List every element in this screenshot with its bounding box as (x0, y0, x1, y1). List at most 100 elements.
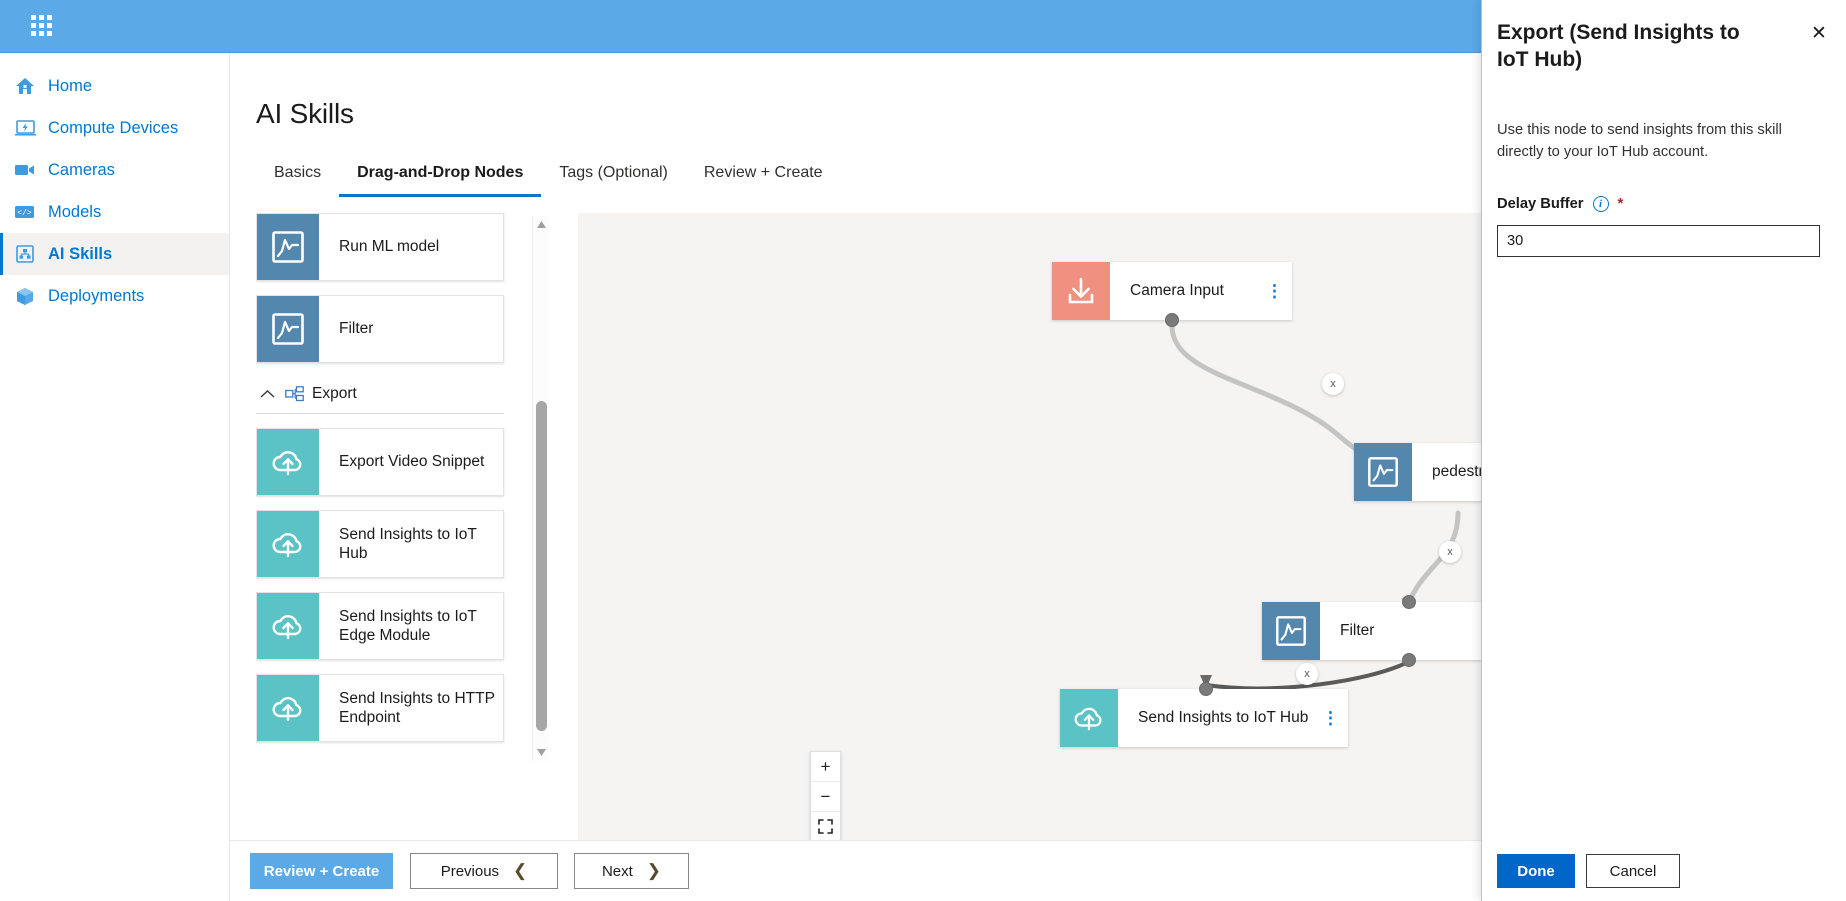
sidebar-item-ai-skills[interactable]: AI Skills (0, 233, 229, 275)
canvas-node-label: Send Insights to IoT Hub (1138, 709, 1309, 726)
required-marker: * (1617, 195, 1624, 212)
sidebar-item-home[interactable]: Home (0, 65, 229, 107)
palette-card-send-insights-to-iot-edge-module[interactable]: Send Insights to IoT Edge Module (256, 592, 504, 660)
palette-card-send-insights-to-iot-hub[interactable]: Send Insights to IoT Hub (256, 510, 504, 578)
sidebar-item-compute-devices[interactable]: Compute Devices (0, 107, 229, 149)
tab-tags-optional[interactable]: Tags (Optional) (541, 158, 686, 197)
panel-title: Export (Send Insights to IoT Hub) (1497, 21, 1740, 71)
palette-scrollbar[interactable] (532, 216, 549, 761)
review-create-button[interactable]: Review + Create (250, 853, 393, 889)
done-button[interactable]: Done (1497, 854, 1575, 888)
tab-drag-and-drop-nodes[interactable]: Drag-and-Drop Nodes (339, 158, 542, 197)
palette-card-label: Export Video Snippet (339, 453, 485, 471)
cube-icon (14, 286, 36, 306)
sidebar-item-models[interactable]: </> Models (0, 191, 229, 233)
export-node-panel: Export (Send Insights to IoT Hub) ✕ Use … (1481, 0, 1846, 901)
delay-buffer-label: Delay Buffer (1497, 195, 1584, 212)
palette-group-label: Export (312, 385, 357, 402)
sidebar-item-label: AI Skills (48, 244, 113, 263)
palette-card-label: Send Insights to HTTP Endpoint (339, 689, 495, 726)
next-button[interactable]: Next ❯ (574, 853, 689, 889)
sidebar-item-label: Cameras (48, 160, 115, 179)
node-input-port[interactable] (1199, 682, 1213, 696)
sidebar-nav: Home Compute Devices Cameras </> Models … (0, 53, 230, 901)
main-content: AI Skills Basics Drag-and-Drop Nodes Tag… (230, 53, 1481, 901)
scroll-up-icon[interactable] (533, 216, 550, 233)
sidebar-item-deployments[interactable]: Deployments (0, 275, 229, 317)
palette-divider (256, 413, 504, 414)
svg-text:</>: </> (17, 209, 32, 218)
skill-graph-canvas[interactable]: Camera Input ⋮ pedestrian Filter Send (578, 213, 1481, 888)
next-button-label: Next (601, 862, 633, 880)
skills-icon (14, 244, 36, 264)
palette-scroll-thumb[interactable] (536, 401, 547, 731)
edge-delete-icon[interactable]: x (1322, 373, 1344, 395)
sidebar-item-label: Home (48, 76, 93, 95)
node-palette[interactable]: Run ML model Filter Export Export Video … (256, 213, 523, 763)
wizard-footer: Review + Create Previous ❮ Next ❯ (230, 840, 1481, 901)
palette-card-export-video-snippet[interactable]: Export Video Snippet (256, 428, 504, 496)
delay-buffer-input[interactable] (1497, 225, 1820, 257)
palette-group-export[interactable]: Export (260, 377, 523, 411)
canvas-node-label: Camera Input (1130, 282, 1224, 299)
palette-card-filter[interactable]: Filter (256, 295, 504, 363)
zoom-in-icon[interactable]: + (811, 752, 840, 782)
chevron-left-icon: ❮ (513, 861, 528, 880)
palette-card-send-insights-to-http-endpoint[interactable]: Send Insights to HTTP Endpoint (256, 674, 504, 742)
ml-chart-icon (1262, 602, 1320, 660)
cancel-button[interactable]: Cancel (1586, 854, 1680, 888)
palette-card-run-ml-model[interactable]: Run ML model (256, 213, 504, 281)
node-context-menu-icon[interactable]: ⋮ (1322, 710, 1339, 727)
ml-chart-icon (1354, 443, 1412, 501)
home-icon (14, 76, 36, 96)
chevron-up-icon (260, 387, 282, 402)
canvas-node-filter[interactable]: Filter (1262, 595, 1481, 667)
canvas-node-pedestrian[interactable]: pedestrian (1354, 443, 1481, 501)
sidebar-item-cameras[interactable]: Cameras (0, 149, 229, 191)
close-icon[interactable]: ✕ (1806, 20, 1832, 46)
ml-chart-icon (257, 296, 319, 362)
app-grid-icon[interactable] (31, 15, 54, 38)
sidebar-item-label: Compute Devices (48, 118, 179, 137)
node-output-port[interactable] (1402, 653, 1416, 667)
export-group-icon (282, 386, 306, 402)
node-context-menu-icon[interactable]: ⋮ (1266, 283, 1283, 300)
cloud-upload-icon (1060, 689, 1118, 747)
node-input-port[interactable] (1402, 595, 1416, 609)
code-icon: </> (14, 202, 36, 222)
sidebar-item-label: Deployments (48, 286, 145, 305)
canvas-node-label: Filter (1340, 622, 1375, 639)
laptop-icon (14, 118, 36, 138)
graph-edges (1169, 323, 1461, 691)
tab-bar: Basics Drag-and-Drop Nodes Tags (Optiona… (256, 158, 841, 197)
page-title: AI Skills (256, 98, 354, 129)
info-icon[interactable]: i (1592, 195, 1609, 212)
previous-button-label: Previous (440, 862, 500, 880)
tab-basics[interactable]: Basics (256, 158, 339, 197)
previous-button[interactable]: Previous ❮ (410, 853, 558, 889)
cloud-upload-icon (257, 593, 319, 659)
cloud-upload-icon (257, 511, 319, 577)
delay-buffer-label-row: Delay Buffer i * (1497, 195, 1623, 212)
canvas-node-send-insights-to-iot-hub[interactable]: Send Insights to IoT Hub ⋮ (1060, 682, 1348, 747)
edge-delete-icon[interactable]: x (1439, 541, 1461, 563)
tab-review-create[interactable]: Review + Create (686, 158, 841, 197)
canvas-node-camera-input[interactable]: Camera Input ⋮ (1052, 262, 1292, 327)
chevron-right-icon: ❯ (646, 861, 662, 880)
ml-chart-icon (257, 214, 319, 280)
palette-card-label: Filter (339, 320, 374, 338)
scroll-down-icon[interactable] (533, 744, 550, 761)
palette-card-label: Send Insights to IoT Edge Module (339, 607, 477, 644)
palette-card-label: Run ML model (339, 238, 440, 256)
cloud-upload-icon (257, 429, 319, 495)
edge-delete-icon[interactable]: x (1296, 663, 1318, 685)
sidebar-item-label: Models (48, 202, 102, 221)
fit-to-screen-icon[interactable] (811, 812, 840, 842)
canvas-node-label: pedestrian (1432, 463, 1481, 480)
node-output-port[interactable] (1165, 313, 1179, 327)
cloud-upload-icon (257, 675, 319, 741)
panel-description: Use this node to send insights from this… (1497, 122, 1782, 160)
download-arrow-icon (1052, 262, 1110, 320)
palette-card-label: Send Insights to IoT Hub (339, 525, 477, 562)
zoom-out-icon[interactable]: − (811, 782, 840, 812)
